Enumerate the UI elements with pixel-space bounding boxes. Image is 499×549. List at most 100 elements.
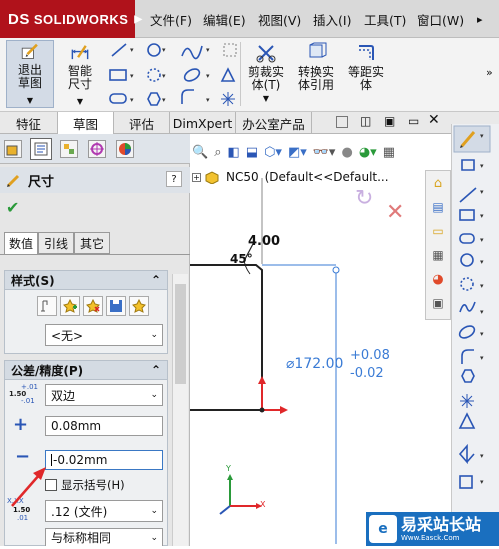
ok-check-icon[interactable]: ✔ (6, 198, 19, 217)
ribbon-more-icon[interactable]: » (486, 66, 493, 79)
delete-style-icon[interactable] (83, 296, 103, 316)
title-bar: DS SOLIDWORKS ▶ 文件(F) 编辑(E) 视图(V) 插入(I) … (0, 0, 499, 38)
style-group-header[interactable]: 样式(S) ⌃ (4, 270, 168, 290)
display-manager-icon[interactable] (116, 140, 134, 158)
subtab-leaders[interactable]: 引线 (38, 232, 74, 254)
custom-properties-icon[interactable]: ▣ (426, 291, 450, 315)
scroll-thumb[interactable] (175, 284, 186, 384)
svg-text:▾: ▾ (480, 212, 484, 220)
tolerance-group-header[interactable]: 公差/精度(P) ⌃ (4, 360, 168, 380)
home-icon[interactable]: ⌂ (426, 171, 450, 195)
chamfer-angle-label[interactable]: 45° (230, 252, 253, 266)
help-button[interactable]: ? (166, 171, 182, 187)
menu-view[interactable]: 视图(V) (258, 0, 301, 38)
style-group-body: <无> ⌄ (4, 290, 168, 354)
svg-text:▾: ▾ (480, 132, 484, 140)
svg-text:▾: ▾ (130, 96, 134, 104)
tab-sketch[interactable]: 草图 (58, 112, 114, 135)
apply-style-icon[interactable] (37, 296, 57, 316)
origin-arrow-up (258, 376, 266, 384)
watermark: e 易采站长站 Www.Easck.Com (366, 512, 499, 546)
save-style-icon[interactable] (106, 296, 126, 316)
view-palette-icon[interactable]: ▦ (426, 243, 450, 267)
sketch-tools-grid: ▾ ▾ ▾ ▾ ▾ ▾ ▾ ▾ ▾ (106, 42, 240, 108)
svg-text:▾: ▾ (480, 452, 484, 460)
tolerance-type-icon: +.01 1.50 -.01 (9, 383, 38, 405)
svg-text:▾: ▾ (480, 282, 484, 290)
feature-tree-icon[interactable] (4, 140, 22, 158)
tab-dimxpert[interactable]: DimXpert (170, 112, 236, 134)
chevron-down-icon: ⌄ (150, 390, 158, 400)
svg-text:▾: ▾ (480, 308, 484, 316)
lower-tolerance-display: -0.02 (350, 366, 384, 381)
chevron-down-icon: ⌄ (150, 330, 158, 340)
sketch-toolbar-right: ▾ ▾ ▾ ▾ ▾ ▾ ▾ ▾ ▾ ▾ ▾ ▾ (451, 124, 499, 546)
resources-icon[interactable]: ▤ (426, 195, 450, 219)
tile-icon[interactable]: ◫ (360, 114, 371, 128)
chevron-down-icon: ⌄ (150, 506, 158, 516)
tolerance-precision-select[interactable]: 与标称相同 ⌄ (45, 528, 163, 546)
upper-tolerance-field[interactable]: 0.08mm (45, 416, 163, 436)
maximize-icon[interactable]: ▭ (408, 114, 419, 128)
command-tabs: 特征 草图 评估 DimXpert 办公室产品 ◫ ▣ ▭ ✕ (0, 112, 499, 135)
svg-text:▾: ▾ (206, 96, 210, 104)
primary-precision-select[interactable]: .12 (文件) ⌄ (45, 500, 163, 522)
pm-scrollbar[interactable] (172, 274, 188, 546)
style-select[interactable]: <无> ⌄ (45, 324, 163, 346)
add-style-icon[interactable] (60, 296, 80, 316)
svg-text:▾: ▾ (480, 478, 484, 486)
subtab-other[interactable]: 其它 (74, 232, 110, 254)
tolerance-type-select[interactable]: 双边 ⌄ (45, 384, 163, 406)
load-style-icon[interactable] (129, 296, 149, 316)
chevron-down-icon: ⌄ (150, 532, 158, 543)
convert-entities-button[interactable]: 转换实体引用 (292, 42, 340, 108)
watermark-cn: 易采站长站 (401, 515, 482, 534)
plus-icon: + (13, 414, 29, 435)
solidworks-logo[interactable]: DS SOLIDWORKS ▶ (0, 0, 142, 38)
svg-text:▾: ▾ (480, 236, 484, 244)
pm-tab-strip (0, 134, 190, 164)
triad-y-label: Y (226, 464, 231, 473)
menu-tools[interactable]: 工具(T) (364, 0, 406, 38)
trim-entities-button[interactable]: 剪裁实体(T) ▼ (244, 42, 288, 108)
file-explorer-icon[interactable]: ▭ (426, 219, 450, 243)
smart-dimension-button[interactable]: 智能尺寸 ▼ (58, 42, 102, 108)
task-pane-tabs: ⌂ ▤ ▭ ▦ ◕ ▣ (425, 170, 451, 320)
menu-insert[interactable]: 插入(I) (313, 0, 351, 38)
collapse-icon: ⌃ (150, 363, 161, 377)
restore-icon[interactable] (336, 116, 348, 128)
dimxpert-manager-icon[interactable] (88, 140, 106, 158)
exit-sketch-icon (21, 43, 38, 59)
exit-sketch-button[interactable]: 退出草图 ▼ (6, 40, 54, 108)
tile2-icon[interactable]: ▣ (384, 114, 395, 128)
ribbon-separator (240, 42, 241, 106)
diameter-dimension[interactable]: ⌀172.00 (286, 356, 343, 372)
svg-text:▾: ▾ (480, 258, 484, 266)
appearances-icon[interactable]: ◕ (426, 267, 450, 291)
offset-entities-button[interactable]: 等距实体 (342, 42, 390, 108)
tab-evaluate[interactable]: 评估 (114, 112, 170, 134)
annotation-arrow-icon (11, 467, 46, 507)
app-title: SOLIDWORKS (33, 11, 129, 27)
smart-dimension-icon (71, 45, 89, 60)
line-icon (111, 43, 127, 57)
lower-tolerance-field[interactable]: -0.02mm (45, 450, 163, 470)
graphics-area[interactable]: 🔍 ⌕ ◧ ⬓ ⬡▾ ◩▾ 👓▾ ● ◕▾ ▦ + NC50 (Default<… (190, 134, 451, 546)
subtab-value[interactable]: 数值 (4, 232, 38, 254)
tab-office[interactable]: 办公室产品 (236, 112, 312, 134)
menu-window[interactable]: 窗口(W) (417, 0, 464, 38)
trim-icon (256, 45, 276, 63)
svg-text:▾: ▾ (480, 162, 484, 170)
upper-tolerance-display: +0.08 (350, 348, 390, 363)
close-doc-icon[interactable]: ✕ (428, 112, 440, 128)
menu-edit[interactable]: 编辑(E) (203, 0, 246, 38)
menu-file[interactable]: 文件(F) (150, 0, 192, 38)
ds-logo-icon: DS (8, 10, 30, 28)
property-manager-icon[interactable] (30, 138, 52, 160)
tab-features[interactable]: 特征 (0, 112, 58, 134)
config-manager-icon[interactable] (60, 140, 78, 158)
chamfer-length-label[interactable]: 4.00 (248, 234, 280, 249)
svg-text:▾: ▾ (480, 354, 484, 362)
convert-icon (309, 42, 327, 58)
menu-more-icon[interactable]: ▸ (477, 13, 483, 26)
